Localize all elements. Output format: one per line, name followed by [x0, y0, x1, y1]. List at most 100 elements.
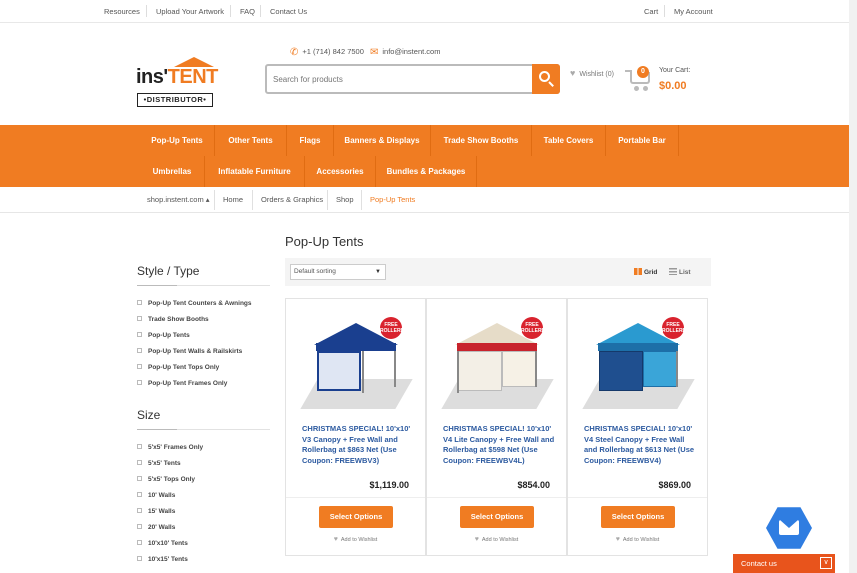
filter-style-trade-show-booths[interactable]: Trade Show Booths: [137, 316, 209, 323]
product-title[interactable]: CHRISTMAS SPECIAL! 10'x10' V4 Steel Cano…: [584, 424, 696, 466]
product-image[interactable]: FREE ROLLERBAG!: [582, 317, 695, 412]
select-options-button[interactable]: Select Options: [319, 506, 393, 528]
view-grid-toggle[interactable]: Grid: [634, 268, 657, 276]
breadcrumb-orders-graphics[interactable]: Orders & Graphics: [261, 187, 323, 212]
filter-size-10x10-tents[interactable]: 10'x10' Tents: [137, 540, 188, 547]
product-price: $1,119.00: [369, 480, 409, 490]
nav-umbrellas[interactable]: Umbrellas: [140, 156, 205, 187]
checkbox[interactable]: [137, 540, 142, 545]
filter-size-10-walls[interactable]: 10' Walls: [137, 492, 175, 499]
nav-table-covers[interactable]: Table Covers: [532, 125, 606, 156]
product-card: FREE ROLLERBAG! CHRISTMAS SPECIAL! 10'x1…: [285, 298, 426, 556]
search-input[interactable]: [273, 72, 528, 86]
select-options-button[interactable]: Select Options: [601, 506, 675, 528]
breadcrumb-site[interactable]: shop.instent.com ▴: [147, 187, 210, 212]
heart-icon: ♥: [474, 536, 479, 543]
header-phone[interactable]: ✆ +1 (714) 842 7500: [290, 47, 364, 58]
breadcrumb: shop.instent.com ▴ Home Orders & Graphic…: [0, 187, 857, 213]
filter-size-5x5-tents[interactable]: 5'x5' Tents: [137, 460, 181, 467]
checkbox[interactable]: [137, 508, 142, 513]
topbar-link-my-account[interactable]: My Account: [674, 7, 713, 16]
nav-portable-bar[interactable]: Portable Bar: [606, 125, 679, 156]
product-title[interactable]: CHRISTMAS SPECIAL! 10'x10' V4 Lite Canop…: [443, 424, 555, 466]
nav-bundles-packages[interactable]: Bundles & Packages: [376, 156, 477, 187]
cart-total[interactable]: $0.00: [659, 80, 687, 92]
heart-icon: ♥: [570, 68, 576, 78]
add-to-wishlist-link[interactable]: ♥ Add to Wishlist: [286, 536, 425, 543]
filter-size-10x15-tents[interactable]: 10'x15' Tents: [137, 556, 188, 563]
filter-size-5x5-frames[interactable]: 5'x5' Frames Only: [137, 444, 203, 451]
breadcrumb-shop[interactable]: Shop: [336, 187, 354, 212]
checkbox[interactable]: [137, 460, 142, 465]
divider: [664, 5, 665, 17]
nav-trade-show-booths[interactable]: Trade Show Booths: [431, 125, 532, 156]
filter-style-walls-railskirts[interactable]: Pop-Up Tent Walls & Railskirts: [137, 348, 242, 355]
filter-size-20-walls[interactable]: 20' Walls: [137, 524, 175, 531]
nav-banners-displays[interactable]: Banners & Displays: [334, 125, 431, 156]
product-image[interactable]: FREE ROLLERBAG!: [300, 317, 413, 412]
nav-accessories[interactable]: Accessories: [305, 156, 376, 187]
view-list-toggle[interactable]: List: [669, 268, 691, 276]
header-email[interactable]: ✉ info@instent.com: [370, 47, 440, 58]
filter-style-pop-up-tents[interactable]: Pop-Up Tents: [137, 332, 190, 339]
checkbox[interactable]: [137, 348, 142, 353]
checkbox[interactable]: [137, 444, 142, 449]
filter-style-counters-awnings[interactable]: Pop-Up Tent Counters & Awnings: [137, 300, 252, 307]
topbar-link-contact[interactable]: Contact Us: [270, 7, 307, 16]
divider: [230, 5, 231, 17]
caret-down-icon: ▼: [375, 269, 381, 275]
cart-label: Your Cart:: [659, 67, 691, 74]
shop-toolbar: Default sorting ▼ Grid List: [285, 258, 711, 286]
free-rollerbag-badge: FREE ROLLERBAG!: [380, 317, 413, 339]
product-title[interactable]: CHRISTMAS SPECIAL! 10'x10' V3 Canopy + F…: [302, 424, 414, 466]
filter-size-15-walls[interactable]: 15' Walls: [137, 508, 175, 515]
nav-inflatable-furniture[interactable]: Inflatable Furniture: [205, 156, 305, 187]
checkbox[interactable]: [137, 380, 142, 385]
contact-us-tab[interactable]: Contact us ∨: [733, 554, 835, 573]
sidebar-style-heading: Style / Type: [137, 264, 200, 278]
cart-count-badge: 0: [637, 66, 649, 78]
add-to-wishlist-link[interactable]: ♥ Add to Wishlist: [568, 536, 707, 543]
nav-flags[interactable]: Flags: [287, 125, 334, 156]
phone-number: +1 (714) 842 7500: [302, 47, 364, 56]
filter-style-frames-only[interactable]: Pop-Up Tent Frames Only: [137, 380, 227, 387]
page-title: Pop-Up Tents: [285, 234, 364, 249]
free-rollerbag-badge: FREE ROLLERBAG!: [521, 317, 554, 339]
checkbox[interactable]: [137, 300, 142, 305]
header-wishlist[interactable]: ♥ Wishlist (0): [570, 68, 614, 78]
product-price: $854.00: [517, 480, 550, 490]
product-image[interactable]: FREE ROLLERBAG!: [441, 317, 554, 412]
checkbox[interactable]: [137, 364, 142, 369]
checkbox[interactable]: [137, 476, 142, 481]
email-address: info@instent.com: [382, 47, 441, 56]
search-icon: [539, 71, 550, 82]
select-options-button[interactable]: Select Options: [460, 506, 534, 528]
cart-icon[interactable]: 0: [625, 66, 658, 94]
topbar-link-resources[interactable]: Resources: [104, 7, 140, 16]
divider: [137, 285, 270, 286]
checkbox[interactable]: [137, 492, 142, 497]
nav-pop-up-tents[interactable]: Pop-Up Tents: [140, 125, 215, 156]
topbar-link-upload-artwork[interactable]: Upload Your Artwork: [156, 7, 224, 16]
topbar-link-faq[interactable]: FAQ: [240, 7, 255, 16]
topbar-link-cart[interactable]: Cart: [644, 7, 658, 16]
wishlist-label: Wishlist (0): [579, 71, 614, 78]
filter-style-tops-only[interactable]: Pop-Up Tent Tops Only: [137, 364, 219, 371]
checkbox[interactable]: [137, 556, 142, 561]
heart-icon: ♥: [615, 536, 620, 543]
sorting-select[interactable]: Default sorting ▼: [290, 264, 386, 280]
filter-size-5x5-tops[interactable]: 5'x5' Tops Only: [137, 476, 195, 483]
message-hex-button[interactable]: [766, 507, 812, 549]
chevron-down-icon[interactable]: ∨: [820, 557, 832, 569]
checkbox[interactable]: [137, 332, 142, 337]
search-button[interactable]: [532, 64, 560, 94]
add-to-wishlist-link[interactable]: ♥ Add to Wishlist: [427, 536, 566, 543]
nav-other-tents[interactable]: Other Tents: [215, 125, 287, 156]
breadcrumb-home[interactable]: Home: [223, 187, 243, 212]
page-scrollbar[interactable]: [849, 0, 857, 573]
checkbox[interactable]: [137, 316, 142, 321]
divider: [260, 5, 261, 17]
site-logo[interactable]: ins'TENT •DISTRIBUTOR•: [136, 57, 218, 109]
checkbox[interactable]: [137, 524, 142, 529]
sidebar-size-heading: Size: [137, 408, 161, 422]
